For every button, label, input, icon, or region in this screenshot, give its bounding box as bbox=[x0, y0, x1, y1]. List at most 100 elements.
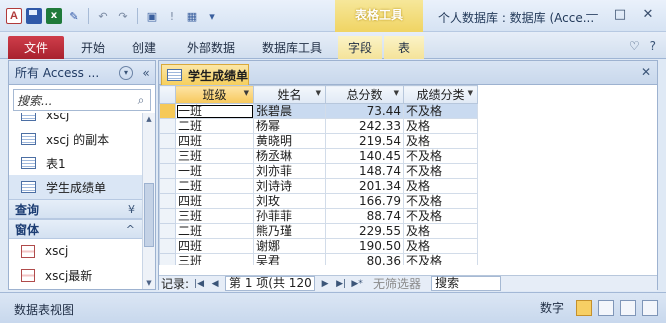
table-row[interactable]: 三班 杨丞琳 140.45 不及格 bbox=[159, 148, 478, 164]
cell-total[interactable]: 80.36 bbox=[325, 253, 404, 265]
pivotchart-view-icon[interactable] bbox=[620, 299, 636, 316]
row-selector[interactable] bbox=[159, 193, 176, 209]
cell-name[interactable]: 杨丞琳 bbox=[253, 148, 326, 164]
collapse-pane-icon[interactable]: « bbox=[137, 66, 155, 80]
minimize-icon[interactable]: — bbox=[580, 4, 604, 24]
tab-external-data[interactable]: 外部数据 bbox=[178, 36, 244, 59]
cell-class[interactable]: 一班 bbox=[175, 163, 254, 179]
cell-name[interactable]: 张碧晨 bbox=[253, 103, 326, 119]
column-header-name[interactable]: 姓名 ▼ bbox=[253, 85, 326, 104]
cell-class[interactable]: 四班 bbox=[175, 193, 254, 209]
scroll-thumb[interactable] bbox=[144, 183, 154, 247]
cell-grade-category[interactable]: 不及格 bbox=[403, 208, 478, 224]
row-selector[interactable] bbox=[159, 178, 176, 194]
filter-status-button[interactable]: 无筛选器 bbox=[367, 275, 427, 292]
sort-filter-icon[interactable]: ▼ bbox=[394, 89, 399, 97]
select-all-corner[interactable] bbox=[159, 85, 176, 104]
cell-total[interactable]: 88.74 bbox=[325, 208, 404, 224]
tab-fields[interactable]: 字段 bbox=[338, 36, 382, 59]
cell-total[interactable]: 148.74 bbox=[325, 163, 404, 179]
cell-name[interactable]: 吴君 bbox=[253, 253, 326, 265]
scroll-up-icon[interactable]: ▲ bbox=[143, 113, 155, 125]
cell-name[interactable]: 谢娜 bbox=[253, 238, 326, 254]
row-selector[interactable] bbox=[159, 223, 176, 239]
cell-total[interactable]: 190.50 bbox=[325, 238, 404, 254]
nav-title[interactable]: 所有 Access ... bbox=[15, 64, 119, 81]
tab-file[interactable]: 文件 bbox=[8, 36, 64, 59]
exclaim-icon[interactable]: ! bbox=[164, 8, 180, 24]
grid-icon[interactable]: ▦ bbox=[184, 8, 200, 24]
column-header-class[interactable]: 班级 ▼ bbox=[175, 85, 254, 104]
cell-total[interactable]: 166.79 bbox=[325, 193, 404, 209]
tab-home[interactable]: 开始 bbox=[72, 36, 114, 59]
table-row[interactable]: 二班 杨幂 242.33 及格 bbox=[159, 118, 478, 134]
cell-class[interactable]: 四班 bbox=[175, 238, 254, 254]
table-row[interactable]: 三班 孙菲菲 88.74 不及格 bbox=[159, 208, 478, 224]
nav-item-form-xscj-latest[interactable]: xscj最新 bbox=[9, 263, 143, 287]
nav-group-queries[interactable]: 查询 ¥ bbox=[9, 199, 143, 219]
row-selector[interactable] bbox=[159, 253, 176, 265]
tab-database-tools[interactable]: 数据库工具 bbox=[254, 36, 330, 59]
table-row[interactable]: 一班 刘亦菲 148.74 不及格 bbox=[159, 163, 478, 179]
new-record-icon[interactable]: ▶* bbox=[351, 279, 363, 289]
cell-class[interactable]: 二班 bbox=[175, 178, 254, 194]
cell-class[interactable]: 三班 bbox=[175, 208, 254, 224]
save-icon[interactable] bbox=[26, 8, 42, 24]
table-row[interactable]: 四班 黄晓明 219.54 及格 bbox=[159, 133, 478, 149]
cell-grade-category[interactable]: 及格 bbox=[403, 238, 478, 254]
sort-filter-icon[interactable]: ▼ bbox=[468, 89, 473, 97]
row-selector[interactable] bbox=[159, 163, 176, 179]
cell-grade-category[interactable]: 不及格 bbox=[403, 148, 478, 164]
row-selector[interactable] bbox=[159, 118, 176, 134]
cell-name[interactable]: 刘诗诗 bbox=[253, 178, 326, 194]
excel-icon[interactable]: x bbox=[46, 8, 62, 24]
cell-grade-category[interactable]: 及格 bbox=[403, 178, 478, 194]
nav-item-xscj[interactable]: xscj bbox=[9, 113, 143, 127]
cell-class[interactable]: 一班 bbox=[175, 103, 254, 119]
collapse-icon[interactable]: ^ bbox=[126, 223, 135, 236]
table-row[interactable]: 一班 张碧晨 73.44 不及格 bbox=[159, 103, 478, 119]
datasheet-view-icon[interactable] bbox=[576, 299, 592, 316]
next-record-icon[interactable]: ▶ bbox=[319, 279, 331, 289]
row-selector[interactable] bbox=[159, 148, 176, 164]
cell-class[interactable]: 三班 bbox=[175, 148, 254, 164]
cell-name[interactable]: 孙菲菲 bbox=[253, 208, 326, 224]
brush-icon[interactable]: ✎ bbox=[66, 8, 82, 24]
cell-grade-category[interactable]: 不及格 bbox=[403, 193, 478, 209]
cell-class[interactable]: 三班 bbox=[175, 253, 254, 265]
row-selector[interactable] bbox=[159, 133, 176, 149]
table-row[interactable]: 四班 刘玫 166.79 不及格 bbox=[159, 193, 478, 209]
cell-grade-category[interactable]: 不及格 bbox=[403, 103, 478, 119]
cell-name[interactable]: 熊乃瑾 bbox=[253, 223, 326, 239]
column-header-total[interactable]: 总分数 ▼ bbox=[325, 85, 404, 104]
cell-class[interactable]: 二班 bbox=[175, 118, 254, 134]
close-icon[interactable]: ✕ bbox=[636, 4, 660, 24]
nav-item-form-xscj[interactable]: xscj bbox=[9, 239, 143, 263]
design-view-icon[interactable] bbox=[642, 299, 658, 316]
sort-filter-icon[interactable]: ▼ bbox=[316, 89, 321, 97]
table-row[interactable]: 二班 熊乃瑾 229.55 及格 bbox=[159, 223, 478, 239]
nav-item-xscj-copy[interactable]: xscj 的副本 bbox=[9, 127, 143, 151]
first-record-icon[interactable]: |◀ bbox=[193, 279, 205, 289]
ribbon-collapse-icon[interactable]: ♡ bbox=[629, 39, 640, 53]
tab-student-scores[interactable]: 学生成绩单 bbox=[161, 64, 249, 85]
cell-total[interactable]: 219.54 bbox=[325, 133, 404, 149]
cell-name[interactable]: 杨幂 bbox=[253, 118, 326, 134]
last-record-icon[interactable]: ▶| bbox=[335, 279, 347, 289]
cell-class[interactable]: 二班 bbox=[175, 223, 254, 239]
record-position-input[interactable]: 第 1 项(共 120 项) bbox=[225, 276, 316, 291]
nav-item-student-scores[interactable]: 学生成绩单 bbox=[9, 175, 143, 199]
run-icon[interactable]: ▣ bbox=[144, 8, 160, 24]
nav-scrollbar[interactable]: ▲ ▼ bbox=[142, 113, 155, 289]
cell-grade-category[interactable]: 及格 bbox=[403, 133, 478, 149]
row-selector[interactable] bbox=[159, 208, 176, 224]
row-selector[interactable] bbox=[159, 238, 176, 254]
cell-total[interactable]: 229.55 bbox=[325, 223, 404, 239]
row-selector[interactable] bbox=[159, 103, 176, 119]
search-icon[interactable]: ⌕ bbox=[132, 93, 150, 108]
cell-class[interactable]: 四班 bbox=[175, 133, 254, 149]
help-icon[interactable]: ? bbox=[650, 39, 656, 53]
cell-name[interactable]: 刘玫 bbox=[253, 193, 326, 209]
cell-grade-category[interactable]: 及格 bbox=[403, 223, 478, 239]
tab-create[interactable]: 创建 bbox=[122, 36, 166, 59]
